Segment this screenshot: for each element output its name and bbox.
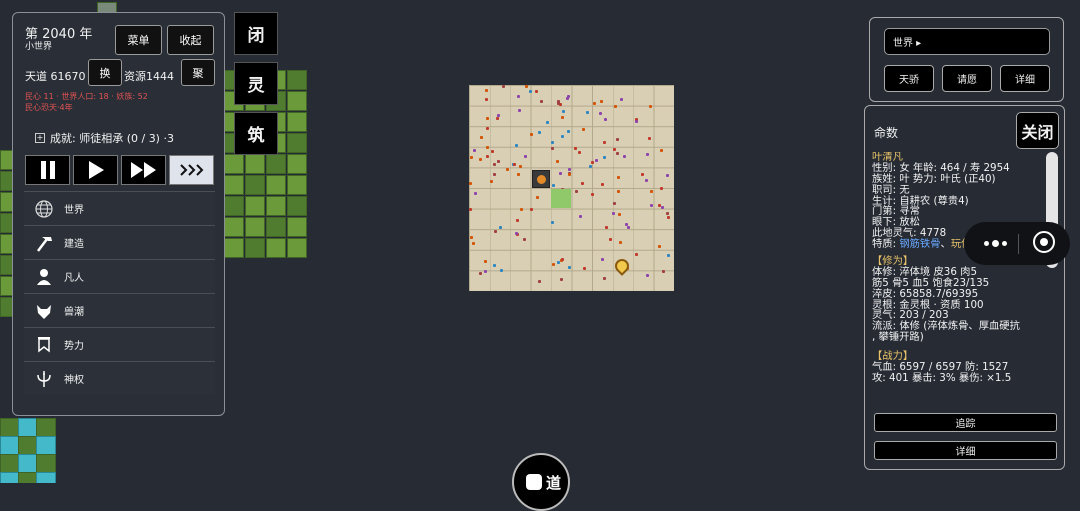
- globe-icon: [35, 199, 53, 218]
- expand-icon: +: [35, 133, 45, 143]
- menu-label: 建造: [64, 239, 84, 250]
- menu-item-world[interactable]: 世界: [24, 191, 215, 225]
- world-name: 小世界: [25, 42, 53, 52]
- menu-label: 世界: [64, 205, 84, 216]
- resource-value: 资源1444: [124, 70, 174, 83]
- tiandao-value: 天道 61670: [25, 70, 86, 83]
- play-icon: [88, 161, 104, 179]
- miniprogram-capsule: [964, 222, 1070, 265]
- petition-button[interactable]: 请愿: [942, 65, 992, 92]
- side-button-spirit[interactable]: 灵: [234, 62, 278, 105]
- grass-tile: [551, 189, 571, 208]
- fire-marker-icon[interactable]: [532, 170, 550, 188]
- track-button[interactable]: 追踪: [874, 413, 1057, 432]
- pause-icon: [40, 161, 55, 179]
- character-info-panel: 命数 关闭 叶清凡 性别: 女 年龄: 464 / 寿 2954 族姓: 叶 势…: [864, 105, 1065, 470]
- menu-item-divinity[interactable]: 神权: [24, 361, 215, 395]
- wolf-icon: [37, 304, 51, 319]
- fast-forward-icon: [130, 162, 156, 178]
- info-line: , 攀锤开路): [872, 331, 924, 344]
- banner-icon: [38, 336, 50, 353]
- menu-label: 凡人: [64, 273, 84, 284]
- menu-item-beast-tide[interactable]: 兽潮: [24, 293, 215, 327]
- character-details: 叶清凡 性别: 女 年龄: 464 / 寿 2954 族姓: 叶 势力: 叶氏 …: [872, 152, 1048, 384]
- menu-item-build[interactable]: 建造: [24, 225, 215, 259]
- menu-label: 神权: [64, 375, 84, 386]
- triple-chevron-icon: [179, 164, 203, 176]
- dao-button[interactable]: 道: [512, 453, 570, 511]
- info-line: 淬皮: 65858.7/69395: [872, 287, 979, 300]
- fastest-speed-button[interactable]: [169, 155, 214, 185]
- pause-button[interactable]: [25, 155, 70, 185]
- world-filter-panel: 世界 ▸ 天骄 请愿 详细: [869, 17, 1064, 102]
- close-button[interactable]: 关闭: [1016, 112, 1059, 149]
- left-control-panel: 第 2040 年 小世界 菜单 收起 天道 61670 换 资源1444 聚 民…: [12, 12, 225, 416]
- trait-link[interactable]: 钢筋铁骨: [899, 238, 940, 250]
- menu-label: 兽潮: [64, 307, 84, 318]
- menu-item-factions[interactable]: 势力: [24, 327, 215, 361]
- status-line: 民心 11 · 世界人口: 18 · 妖族: 52: [25, 92, 148, 101]
- info-line: 攻: 401 暴击: 3% 暴伤: ×1.5: [872, 371, 1012, 384]
- info-line: 职司: 无: [872, 183, 910, 196]
- panel-title: 命数: [874, 126, 899, 140]
- world-selector[interactable]: 世界 ▸: [884, 28, 1050, 55]
- menu-button[interactable]: 菜单: [115, 25, 162, 55]
- achievement-text: 成就: 师徒相承 (0 / 3) ·3: [50, 132, 174, 145]
- play-button[interactable]: [73, 155, 118, 185]
- collapse-button[interactable]: 收起: [167, 25, 214, 55]
- menu-item-mortals[interactable]: 凡人: [24, 259, 215, 293]
- achievement-row[interactable]: + 成就: 师徒相承 (0 / 3) ·3: [35, 130, 174, 146]
- prodigy-button[interactable]: 天骄: [884, 65, 934, 92]
- menu-label: 势力: [64, 341, 84, 352]
- detail-button[interactable]: 详细: [874, 441, 1057, 460]
- world-map-area[interactable]: [469, 85, 674, 291]
- detail-top-button[interactable]: 详细: [1000, 65, 1050, 92]
- swap-button[interactable]: 换: [88, 59, 122, 86]
- status-line-2: 民心恐天·4年: [25, 103, 73, 112]
- fast-forward-button[interactable]: [121, 155, 166, 185]
- side-button-build[interactable]: 筑: [234, 112, 278, 155]
- trident-icon: [37, 370, 51, 387]
- main-menu-list: 世界 建造 凡人 兽潮 势力 神权: [24, 191, 215, 395]
- hammer-icon: [37, 236, 52, 252]
- close-target-icon[interactable]: [1033, 231, 1055, 253]
- gather-button[interactable]: 聚: [181, 59, 215, 86]
- side-button-close[interactable]: 闭: [234, 12, 278, 55]
- more-icon[interactable]: [978, 235, 1012, 251]
- person-icon: [37, 268, 51, 285]
